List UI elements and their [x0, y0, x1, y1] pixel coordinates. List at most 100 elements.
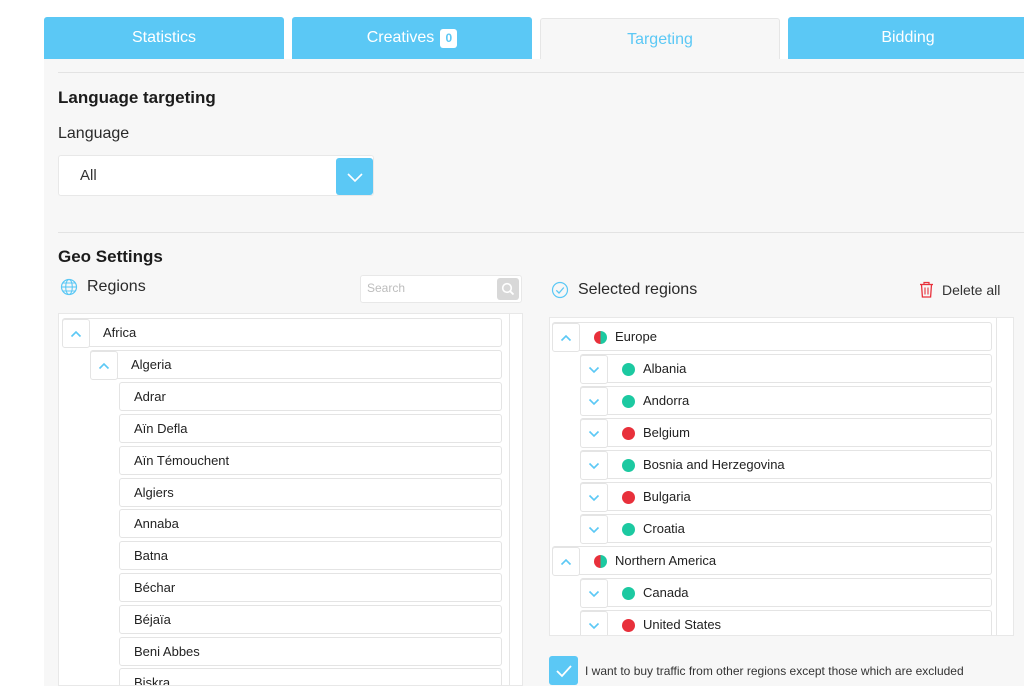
tree-item-label: Béchar: [134, 580, 176, 595]
excluded-status-dot: [622, 491, 635, 504]
chevron-down-icon[interactable]: [336, 158, 373, 195]
chevron-up-icon[interactable]: [552, 323, 580, 352]
tree-item-label: Algeria: [131, 357, 172, 372]
globe-icon: [60, 278, 78, 296]
included-status-dot: [622, 459, 635, 472]
selected-regions-label: Selected regions: [578, 281, 698, 298]
partial-status-dot: [594, 331, 607, 344]
selected-item-label: Bulgaria: [643, 489, 691, 504]
tab-label: Bidding: [881, 29, 935, 46]
tab-creatives[interactable]: Creatives 0: [292, 17, 532, 59]
tree-item-province[interactable]: Batna: [119, 541, 502, 570]
tree-item-label: Algiers: [134, 485, 174, 500]
chevron-up-icon[interactable]: [62, 319, 90, 348]
divider: [58, 72, 1024, 73]
selected-item-label: Andorra: [643, 393, 690, 408]
tree-item-label: Aïn Témouchent: [134, 453, 230, 468]
tree-item-label: Biskra: [134, 675, 171, 686]
tab-statistics[interactable]: Statistics: [44, 17, 284, 59]
chevron-down-icon[interactable]: [580, 515, 608, 544]
chevron-down-icon[interactable]: [580, 611, 608, 635]
selected-item-country[interactable]: Bosnia and Herzegovina: [580, 450, 992, 480]
chevron-down-icon[interactable]: [580, 483, 608, 512]
chevron-down-icon[interactable]: [580, 579, 608, 608]
divider: [58, 232, 1024, 233]
tree-item-province[interactable]: Aïn Témouchent: [119, 446, 502, 475]
targeting-panel: Language targeting Language All Geo Sett…: [44, 59, 1024, 686]
tab-bar: Statistics Creatives 0 Targeting Bidding: [44, 17, 1024, 60]
chevron-down-icon[interactable]: [580, 419, 608, 448]
tree-item-province[interactable]: Béjaïa: [119, 605, 502, 634]
selected-item-region[interactable]: Northern America: [552, 546, 992, 576]
chevron-up-icon[interactable]: [552, 547, 580, 576]
region-search-input[interactable]: [367, 281, 491, 295]
tab-bidding[interactable]: Bidding: [788, 17, 1024, 59]
scrollbar[interactable]: [996, 318, 997, 635]
chevron-down-icon[interactable]: [580, 387, 608, 416]
tab-label: Targeting: [627, 30, 693, 48]
selected-item-label: United States: [643, 617, 722, 632]
chevron-up-icon[interactable]: [90, 351, 118, 380]
tree-item-label: Africa: [103, 325, 137, 340]
tree-item-label: Annaba: [134, 516, 179, 531]
tree-item-label: Aïn Defla: [134, 421, 188, 436]
tree-item-country[interactable]: Algeria: [90, 350, 502, 380]
tree-item-region[interactable]: Africa: [62, 318, 502, 348]
tab-label: Creatives: [366, 29, 435, 46]
included-status-dot: [622, 587, 635, 600]
tree-item-province[interactable]: Beni Abbes: [119, 637, 502, 666]
tab-targeting[interactable]: Targeting: [540, 18, 780, 60]
selected-item-country[interactable]: United States: [580, 610, 992, 635]
selected-regions-list: Europe Albania Andorra Belgium Bosnia an…: [549, 317, 1014, 636]
creatives-count-badge: 0: [440, 28, 458, 48]
regions-label: Regions: [87, 278, 146, 295]
included-status-dot: [622, 363, 635, 376]
tree-item-province[interactable]: Aïn Defla: [119, 414, 502, 443]
tree-item-label: Batna: [134, 548, 168, 563]
selected-item-country[interactable]: Belgium: [580, 418, 992, 448]
included-status-dot: [622, 523, 635, 536]
delete-all-label: Delete all: [942, 281, 1001, 298]
selected-item-region[interactable]: Europe: [552, 322, 992, 352]
tree-item-label: Béjaïa: [134, 612, 171, 627]
check-circle-icon: [551, 281, 569, 299]
delete-all-button[interactable]: Delete all: [919, 281, 1000, 298]
selected-item-label: Croatia: [643, 521, 685, 536]
checkmark-icon: [555, 664, 572, 677]
excluded-status-dot: [622, 619, 635, 632]
excluded-status-dot: [622, 427, 635, 440]
selected-item-country[interactable]: Andorra: [580, 386, 992, 416]
tree-item-label: Beni Abbes: [134, 644, 200, 659]
language-select[interactable]: All: [58, 155, 374, 196]
scrollbar[interactable]: [509, 314, 510, 685]
regions-header: Regions: [60, 278, 146, 296]
regions-tree: Africa Algeria Adrar Aïn Defla Aïn Témou…: [58, 313, 523, 686]
partial-status-dot: [594, 555, 607, 568]
search-icon[interactable]: [497, 278, 519, 300]
geo-settings-title: Geo Settings: [58, 247, 163, 266]
selected-item-country[interactable]: Canada: [580, 578, 992, 608]
tree-item-province[interactable]: Biskra: [119, 668, 502, 686]
chevron-down-icon[interactable]: [580, 355, 608, 384]
selected-regions-header: Selected regions: [551, 281, 697, 299]
region-search: [360, 275, 522, 303]
selected-item-label: Belgium: [643, 425, 690, 440]
language-targeting-title: Language targeting: [58, 88, 216, 107]
selected-item-country[interactable]: Albania: [580, 354, 992, 384]
tree-item-province[interactable]: Adrar: [119, 382, 502, 411]
language-field-label: Language: [58, 125, 130, 142]
selected-item-country[interactable]: Bulgaria: [580, 482, 992, 512]
tree-item-province[interactable]: Algiers: [119, 478, 502, 507]
tree-item-province[interactable]: Béchar: [119, 573, 502, 602]
selected-item-label: Europe: [615, 329, 657, 344]
selected-item-label: Bosnia and Herzegovina: [643, 457, 785, 472]
selected-item-label: Canada: [643, 585, 689, 600]
tree-item-label: Adrar: [134, 389, 166, 404]
selected-item-country[interactable]: Croatia: [580, 514, 992, 544]
tree-item-province[interactable]: Annaba: [119, 509, 502, 538]
other-regions-checkbox[interactable]: [549, 656, 578, 685]
language-select-value: All: [80, 167, 97, 184]
trash-icon: [920, 281, 933, 298]
chevron-down-icon[interactable]: [580, 451, 608, 480]
other-regions-checkbox-label: I want to buy traffic from other regions…: [585, 664, 964, 678]
